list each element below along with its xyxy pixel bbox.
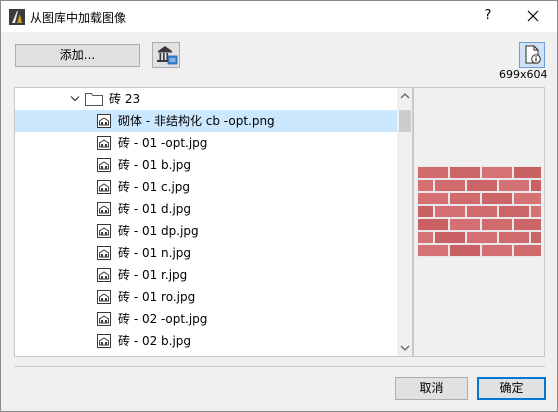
file-name: 砖 - 02 -opt.jpg: [118, 312, 208, 326]
cancel-button[interactable]: 取消: [395, 377, 468, 400]
file-list-item[interactable]: 砖 - 01 b.jpg: [15, 154, 398, 176]
brick: [435, 206, 465, 217]
file-name: 砖 - 01 b.jpg: [118, 158, 192, 172]
file-name: 砖 - 02 b.jpg: [118, 334, 192, 348]
brick: [499, 206, 529, 217]
file-name: 砖 - 02 c.jpg: [118, 352, 190, 356]
brick: [435, 180, 465, 191]
window-title: 从图库中加载图像: [30, 11, 127, 25]
brick: [418, 206, 433, 217]
file-name: 砖 - 01 r.jpg: [118, 268, 188, 282]
add-button[interactable]: 添加...: [15, 44, 140, 67]
brick: [418, 232, 433, 243]
brick: [450, 245, 480, 256]
load-image-dialog: 从图库中加载图像 ? 添加... 699x604 砖 23 砌体 - 非结构化 …: [0, 0, 558, 412]
folder-label: 砖 23: [109, 92, 141, 106]
file-name: 砖 - 01 n.jpg: [118, 246, 192, 260]
library-manager-icon: [157, 46, 178, 65]
file-list-item[interactable]: 砖 - 01 d.jpg: [15, 198, 398, 220]
image-file-icon: [97, 290, 111, 304]
brick: [531, 206, 541, 217]
image-file-icon: [97, 202, 111, 216]
tree-folder[interactable]: 砖 23: [15, 88, 398, 110]
brick: [482, 245, 512, 256]
brick-wall-preview: [418, 166, 541, 257]
image-file-icon: [97, 224, 111, 238]
preview-panel: [413, 87, 545, 357]
brick: [418, 193, 448, 204]
brick: [450, 167, 480, 178]
file-name: 砖 - 01 dp.jpg: [118, 224, 199, 238]
close-icon: [527, 10, 539, 22]
brick: [467, 180, 497, 191]
file-name: 砖 - 01 d.jpg: [118, 202, 192, 216]
folder-icon: [85, 93, 103, 106]
image-file-icon: [97, 180, 111, 194]
brick: [435, 232, 465, 243]
image-dimensions: 699x604: [499, 68, 548, 81]
brick: [418, 180, 433, 191]
file-list-item[interactable]: 砖 - 01 dp.jpg: [15, 220, 398, 242]
archicad-logo-icon: [9, 9, 25, 25]
scroll-up-arrow-icon[interactable]: [397, 88, 413, 105]
file-list-item[interactable]: 砖 - 01 r.jpg: [15, 264, 398, 286]
brick: [531, 180, 541, 191]
title-bar: 从图库中加载图像 ?: [1, 1, 557, 32]
file-tree[interactable]: 砖 23 砌体 - 非结构化 cb -opt.png 砖 - 01 -opt.jp…: [14, 87, 413, 357]
vertical-scrollbar[interactable]: [397, 88, 413, 356]
file-name: 砌体 - 非结构化 cb -opt.png: [118, 114, 275, 128]
image-file-icon: [97, 114, 111, 128]
help-button[interactable]: ?: [473, 4, 503, 28]
chevron-down-icon[interactable]: [70, 95, 80, 103]
file-list-item[interactable]: 砖 - 01 ro.jpg: [15, 286, 398, 308]
brick: [467, 206, 497, 217]
image-file-icon: [97, 268, 111, 282]
divider: [14, 366, 545, 367]
file-name: 砖 - 01 -opt.jpg: [118, 136, 208, 150]
scroll-down-arrow-icon[interactable]: [397, 339, 413, 356]
brick: [450, 193, 480, 204]
brick: [514, 245, 541, 256]
library-manager-button[interactable]: [152, 42, 180, 68]
ok-button[interactable]: 确定: [477, 377, 546, 400]
image-file-icon: [97, 136, 111, 150]
brick: [514, 193, 541, 204]
image-file-icon: [97, 246, 111, 260]
close-button[interactable]: [513, 4, 553, 28]
file-list-item[interactable]: 砖 - 01 n.jpg: [15, 242, 398, 264]
image-info-icon: [525, 45, 541, 64]
brick: [514, 167, 541, 178]
brick: [499, 232, 529, 243]
scrollbar-thumb[interactable]: [399, 110, 411, 132]
brick: [482, 167, 512, 178]
file-list-item[interactable]: 砖 - 01 -opt.jpg: [15, 132, 398, 154]
image-file-icon: [97, 312, 111, 326]
brick: [418, 167, 448, 178]
brick: [450, 219, 480, 230]
brick: [467, 232, 497, 243]
file-list-item[interactable]: 砖 - 01 c.jpg: [15, 176, 398, 198]
file-list-item[interactable]: 砖 - 02 -opt.jpg: [15, 308, 398, 330]
file-list-item[interactable]: 砖 - 02 c.jpg: [15, 352, 398, 357]
brick: [499, 180, 529, 191]
file-list-item[interactable]: 砖 - 02 b.jpg: [15, 330, 398, 352]
image-file-icon: [96, 355, 112, 357]
image-info-toggle[interactable]: [519, 42, 545, 68]
file-name: 砖 - 01 ro.jpg: [118, 290, 196, 304]
image-file-icon: [97, 334, 111, 348]
file-list-item[interactable]: 砌体 - 非结构化 cb -opt.png: [15, 110, 398, 132]
file-name: 砖 - 01 c.jpg: [118, 180, 191, 194]
brick: [418, 245, 448, 256]
brick: [531, 232, 541, 243]
brick: [514, 219, 541, 230]
brick: [482, 193, 512, 204]
brick: [418, 219, 448, 230]
brick: [482, 219, 512, 230]
image-file-icon: [97, 158, 111, 172]
